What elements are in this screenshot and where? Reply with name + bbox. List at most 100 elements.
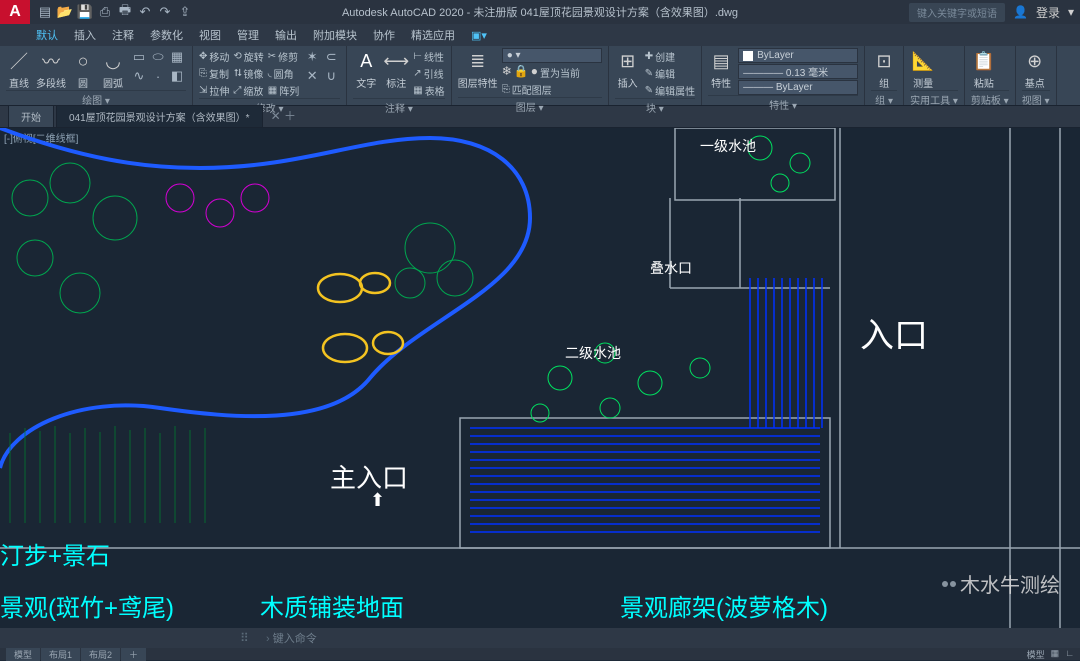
tool-move[interactable]: ✥ 移动: [199, 48, 229, 64]
tab-featured[interactable]: 精选应用: [411, 27, 455, 43]
tool-circle[interactable]: ○圆: [70, 48, 96, 90]
tool-rotate[interactable]: ⟲ 旋转: [233, 48, 263, 64]
point-icon[interactable]: ·: [149, 67, 167, 85]
panel-layers: ≣图层特性 ● ▾ ❄ 🔒 ● 置为当前 ⎘ 匹配图层 图层 ▾: [452, 46, 609, 105]
tool-linear[interactable]: ⊢ 线性: [413, 48, 444, 64]
tab-addins[interactable]: 附加模块: [313, 27, 357, 43]
tool-copy[interactable]: ⎘ 复制: [199, 65, 229, 81]
tool-text[interactable]: A文字: [353, 48, 379, 90]
tool-dim[interactable]: ⟷标注: [383, 48, 409, 90]
redo-icon[interactable]: ↷: [156, 3, 174, 21]
panel-title-props[interactable]: 特性 ▾: [708, 95, 858, 113]
basepoint-icon: ⊕: [1022, 48, 1048, 74]
panel-title-annot[interactable]: 注释 ▾: [353, 98, 444, 116]
panel-title-group[interactable]: 组 ▾: [871, 90, 897, 108]
ellipse-icon[interactable]: ⬭: [149, 48, 167, 66]
tool-basepoint[interactable]: ⊕基点: [1022, 48, 1048, 90]
status-model-icon[interactable]: 模型: [1027, 648, 1045, 661]
spline-icon[interactable]: ∿: [130, 67, 148, 85]
erase-icon[interactable]: ✕: [303, 67, 321, 85]
tool-trim[interactable]: ✂ 修剪: [268, 48, 299, 64]
tab-parametric[interactable]: 参数化: [150, 27, 183, 43]
tool-paste[interactable]: 📋粘贴: [971, 48, 997, 90]
hatch-icon[interactable]: ▦: [168, 48, 186, 66]
label-main-entry: 主入口: [330, 458, 408, 495]
explode-icon[interactable]: ✶: [303, 48, 321, 66]
offset-icon[interactable]: ⊂: [322, 48, 340, 66]
tab-default[interactable]: 默认: [36, 27, 58, 43]
tool-match-layer[interactable]: ⎘ 匹配图层: [502, 81, 602, 97]
drawing-canvas[interactable]: [-]俯视[二维线框]: [0, 128, 1080, 628]
tool-mirror[interactable]: ⮁ 镜像: [233, 65, 263, 81]
panel-draw: ／直线 〰多段线 ○圆 ◡圆弧 ▭⬭▦ ∿·◧ 绘图 ▾: [0, 46, 193, 105]
tab-annotate[interactable]: 注释: [112, 27, 134, 43]
panel-title-base[interactable]: 视图 ▾: [1022, 90, 1050, 108]
region-icon[interactable]: ◧: [168, 67, 186, 85]
draw-mini-tools: ▭⬭▦ ∿·◧: [130, 48, 186, 85]
join-icon[interactable]: ∪: [322, 67, 340, 85]
tool-arc[interactable]: ◡圆弧: [100, 48, 126, 90]
layer-freeze-icon[interactable]: ❄: [502, 64, 512, 80]
tool-measure[interactable]: 📐测量: [910, 48, 936, 90]
tool-layer-props[interactable]: ≣图层特性: [458, 48, 498, 90]
new-icon[interactable]: ▤: [36, 3, 54, 21]
tool-properties[interactable]: ▤特性: [708, 48, 734, 90]
tab-expand-icon[interactable]: ▣▾: [471, 29, 487, 42]
title-bar: A ▤ 📂 💾 ⎙ 🖶 ↶ ↷ ⇪ Autodesk AutoCAD 2020 …: [0, 0, 1080, 24]
user-icon[interactable]: 👤: [1013, 5, 1028, 19]
share-icon[interactable]: ⇪: [176, 3, 194, 21]
app-logo[interactable]: A: [0, 0, 30, 24]
panel-title-clip[interactable]: 剪贴板 ▾: [971, 90, 1009, 108]
label-pool1: 一级水池: [700, 136, 756, 156]
tool-group[interactable]: ⊡组: [871, 48, 897, 90]
tool-stretch[interactable]: ⇲ 拉伸: [199, 82, 229, 98]
tab-insert[interactable]: 插入: [74, 27, 96, 43]
login-link[interactable]: 登录: [1036, 4, 1060, 21]
panel-title-layers[interactable]: 图层 ▾: [458, 97, 602, 115]
linetype-selector[interactable]: ——— ByLayer: [738, 80, 858, 95]
tab-manage[interactable]: 管理: [237, 27, 259, 43]
tool-fillet[interactable]: ◟ 圆角: [268, 65, 299, 81]
open-icon[interactable]: 📂: [56, 3, 74, 21]
new-tab-icon[interactable]: ✕ ＋: [265, 104, 302, 127]
layout-add-icon[interactable]: ＋: [121, 648, 146, 661]
tool-leader[interactable]: ↗ 引线: [413, 65, 444, 81]
tool-table[interactable]: ▦ 表格: [413, 82, 444, 98]
tool-array[interactable]: ▦ 阵列: [268, 82, 299, 98]
tool-line[interactable]: ／直线: [6, 48, 32, 90]
tool-create-block[interactable]: ✚ 创建: [645, 48, 695, 64]
saveas-icon[interactable]: ⎙: [96, 3, 114, 21]
cmd-grip-icon[interactable]: ⠿: [240, 631, 254, 645]
status-grid-icon[interactable]: ▦: [1051, 648, 1060, 661]
save-icon[interactable]: 💾: [76, 3, 94, 21]
tool-scale[interactable]: ⤢ 缩放: [233, 82, 263, 98]
layers-icon: ≣: [465, 48, 491, 74]
lineweight-selector[interactable]: ———— 0.13 毫米: [738, 64, 858, 79]
tab-current-file[interactable]: 041屋顶花园景观设计方案（含效果图）*: [56, 105, 263, 127]
color-selector[interactable]: ByLayer: [738, 48, 858, 63]
tab-output[interactable]: 输出: [275, 27, 297, 43]
layer-selector[interactable]: ● ▾: [502, 48, 602, 63]
panel-title-block[interactable]: 块 ▾: [615, 98, 695, 116]
layer-off-icon[interactable]: ●: [531, 64, 538, 80]
tool-setcurrent[interactable]: 置为当前: [540, 64, 580, 80]
layer-lock-icon[interactable]: 🔒: [514, 64, 529, 80]
tab-view[interactable]: 视图: [199, 27, 221, 43]
rect-icon[interactable]: ▭: [130, 48, 148, 66]
layout-tab-1[interactable]: 布局1: [41, 648, 80, 661]
tool-polyline[interactable]: 〰多段线: [36, 48, 66, 90]
overflow-icon[interactable]: ▾: [1068, 5, 1074, 19]
plot-icon[interactable]: 🖶: [116, 3, 134, 21]
tab-start[interactable]: 开始: [8, 105, 54, 127]
tab-collab[interactable]: 协作: [373, 27, 395, 43]
status-snap-icon[interactable]: ∟: [1065, 648, 1074, 661]
layout-tab-2[interactable]: 布局2: [81, 648, 120, 661]
tool-insert-block[interactable]: ⊞插入: [615, 48, 641, 90]
tool-edit-block[interactable]: ✎ 编辑: [645, 65, 695, 81]
help-search[interactable]: 键入关键字或短语: [909, 3, 1005, 22]
panel-title-util[interactable]: 实用工具 ▾: [910, 90, 958, 108]
undo-icon[interactable]: ↶: [136, 3, 154, 21]
tool-edit-attr[interactable]: ✎ 编辑属性: [645, 82, 695, 98]
command-input[interactable]: 键入命令: [260, 630, 1080, 646]
layout-tab-model[interactable]: 模型: [6, 648, 40, 661]
